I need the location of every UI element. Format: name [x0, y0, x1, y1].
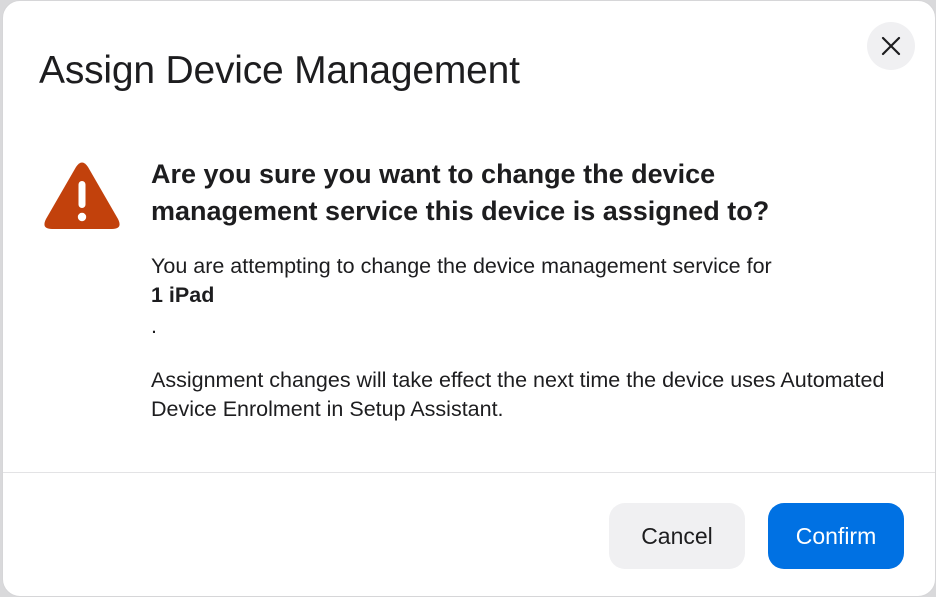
change-message: You are attempting to change the device …	[151, 252, 891, 341]
confirmation-heading: Are you sure you want to change the devi…	[151, 159, 770, 226]
confirm-button[interactable]: Confirm	[768, 503, 904, 569]
message-suffix: .	[151, 314, 157, 338]
device-count: 1 iPad	[151, 283, 215, 307]
close-icon	[881, 36, 901, 56]
cancel-button[interactable]: Cancel	[609, 503, 745, 569]
assign-device-management-dialog: Assign Device Management Are you sure yo…	[2, 0, 936, 597]
assignment-note: Assignment changes will take effect the …	[151, 368, 885, 421]
message-prefix: You are attempting to change the device …	[151, 254, 772, 278]
footer-divider	[3, 472, 935, 473]
warning-icon	[44, 162, 120, 229]
dialog-title: Assign Device Management	[39, 49, 520, 92]
close-button[interactable]	[867, 22, 915, 70]
